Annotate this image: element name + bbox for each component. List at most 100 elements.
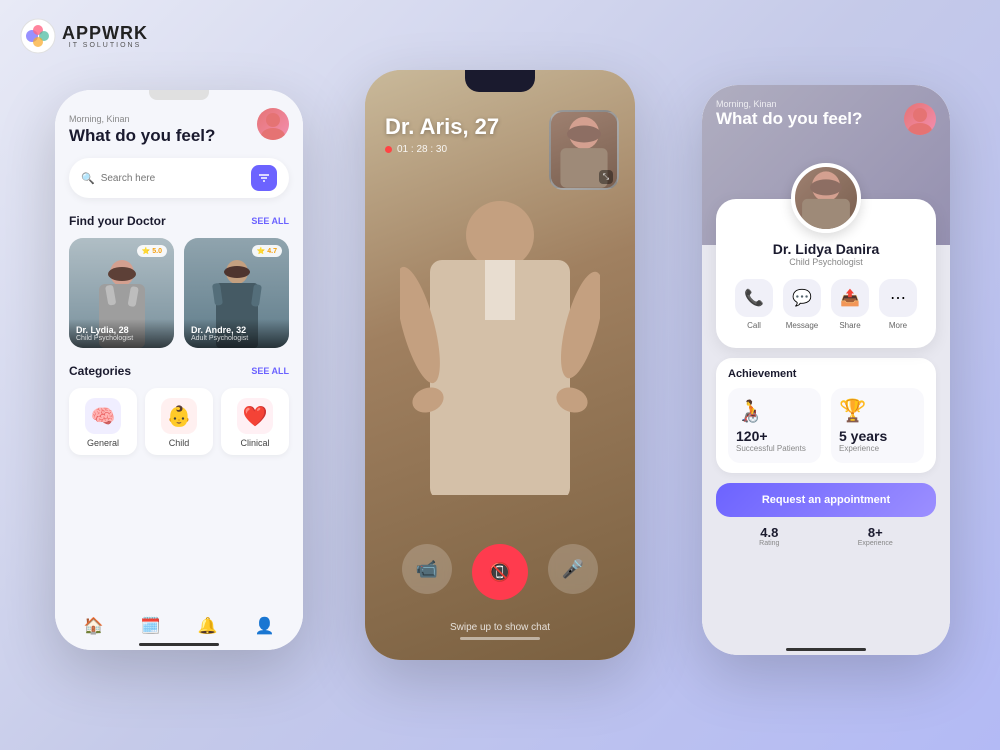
search-input[interactable] xyxy=(101,173,245,184)
logo: APPWRK IT SOLUTIONS xyxy=(20,18,148,54)
call-controls: 📹 📵 🎤 xyxy=(365,544,635,600)
stat-exp-label: Experience xyxy=(858,540,893,547)
greeting-small-left: Morning, Kinan xyxy=(69,114,289,124)
category-clinical[interactable]: ❤️ Clinical xyxy=(221,388,289,455)
caller-info: Dr. Aris, 27 01 : 28 : 30 xyxy=(385,114,499,155)
doctor-1-rating: ⭐ 5.0 xyxy=(137,245,167,257)
notch-left xyxy=(149,90,209,100)
stat-rating-num: 4.8 xyxy=(759,525,779,540)
doctor-card-2[interactable]: Dr. Andre, 32 Adult Psychologist ⭐ 4.7 xyxy=(184,238,289,348)
category-clinical-label: Clinical xyxy=(240,438,269,448)
greeting-big-left: What do you feel? xyxy=(69,126,289,146)
home-indicator-right xyxy=(786,648,866,651)
nav-profile[interactable]: 👤 xyxy=(255,616,275,636)
self-video[interactable]: ⤡ xyxy=(549,110,619,190)
logo-icon xyxy=(20,18,56,54)
mute-button[interactable]: 🎤 xyxy=(548,544,598,594)
categories-title: Categories xyxy=(69,364,131,378)
doctor-2-name: Dr. Andre, 32 xyxy=(191,325,282,335)
timer-text: 01 : 28 : 30 xyxy=(397,144,447,155)
bottom-stats: 4.8 Rating 8+ Experience xyxy=(716,525,936,547)
request-appointment-button[interactable]: Request an appointment xyxy=(716,483,936,517)
categories-see-all[interactable]: SEE ALL xyxy=(251,366,289,376)
categories-row: 🧠 General 👶 Child ❤️ Clinical xyxy=(69,388,289,455)
end-call-button[interactable]: 📵 xyxy=(472,544,528,600)
logo-text: APPWRK xyxy=(62,23,148,43)
logo-sub: IT SOLUTIONS xyxy=(62,42,148,49)
experience-icon: 🏆 xyxy=(839,398,866,424)
doctors-row: Dr. Lydia, 28 Child Psychologist ⭐ 5.0 xyxy=(69,238,289,348)
stat-experience: 8+ Experience xyxy=(858,525,893,547)
patients-desc: Successful Patients xyxy=(736,444,806,453)
phone-right: Morning, Kinan What do you feel? Dr. Lid… xyxy=(702,85,950,655)
bottom-nav: 🏠 🗓️ 🔔 👤 xyxy=(55,616,303,636)
message-label: Message xyxy=(786,321,818,330)
share-icon-btn: 📤 xyxy=(831,279,869,317)
user-avatar-right[interactable] xyxy=(904,103,936,135)
child-icon: 👶 xyxy=(161,398,197,434)
achievement-section: Achievement 🧑‍🦽 120+ Successful Patients… xyxy=(716,358,936,473)
general-icon: 🧠 xyxy=(85,398,121,434)
category-general[interactable]: 🧠 General xyxy=(69,388,137,455)
user-avatar-left[interactable] xyxy=(257,108,289,140)
phone-middle: Dr. Aris, 27 01 : 28 : 30 ⤡ 📹 xyxy=(365,70,635,660)
message-icon-btn: 💬 xyxy=(783,279,821,317)
doctor-1-spec: Child Psychologist xyxy=(76,335,167,342)
search-bar[interactable]: 🔍 xyxy=(69,158,289,198)
achievement-title: Achievement xyxy=(728,368,924,380)
swipe-bar xyxy=(460,637,540,640)
stat-exp-num: 8+ xyxy=(858,525,893,540)
call-label: Call xyxy=(747,321,761,330)
minimize-icon[interactable]: ⤡ xyxy=(599,170,613,184)
video-toggle-button[interactable]: 📹 xyxy=(402,544,452,594)
doctor-big-avatar xyxy=(791,163,861,233)
clinical-icon: ❤️ xyxy=(237,398,273,434)
achievement-row: 🧑‍🦽 120+ Successful Patients 🏆 5 years E… xyxy=(728,388,924,463)
find-doctor-header: Find your Doctor SEE ALL xyxy=(69,214,289,228)
more-icon-btn: ⋯ xyxy=(879,279,917,317)
recording-indicator xyxy=(385,146,392,153)
search-icon: 🔍 xyxy=(81,172,95,185)
action-buttons: 📞 Call 💬 Message 📤 Share ⋯ More xyxy=(730,279,922,330)
action-share[interactable]: 📤 Share xyxy=(831,279,869,330)
doctor-profile-spec: Child Psychologist xyxy=(730,257,922,267)
call-timer: 01 : 28 : 30 xyxy=(385,144,499,155)
category-child[interactable]: 👶 Child xyxy=(145,388,213,455)
achievement-experience: 🏆 5 years Experience xyxy=(831,388,924,463)
home-indicator xyxy=(139,643,219,646)
call-icon-btn: 📞 xyxy=(735,279,773,317)
achievement-patients: 🧑‍🦽 120+ Successful Patients xyxy=(728,388,821,463)
share-label: Share xyxy=(839,321,860,330)
filter-button[interactable] xyxy=(251,165,277,191)
action-message[interactable]: 💬 Message xyxy=(783,279,821,330)
categories-header: Categories SEE ALL xyxy=(69,364,289,378)
category-child-label: Child xyxy=(169,438,190,448)
nav-calendar[interactable]: 🗓️ xyxy=(141,616,161,636)
find-doctor-title: Find your Doctor xyxy=(69,214,166,228)
action-more[interactable]: ⋯ More xyxy=(879,279,917,330)
stat-rating: 4.8 Rating xyxy=(759,525,779,547)
notch-middle xyxy=(465,70,535,92)
stat-rating-label: Rating xyxy=(759,540,779,547)
greeting-big-right: What do you feel? xyxy=(716,109,936,129)
doctor-2-rating: ⭐ 4.7 xyxy=(252,245,282,257)
nav-notifications[interactable]: 🔔 xyxy=(198,616,218,636)
nav-home[interactable]: 🏠 xyxy=(84,616,104,636)
patients-num: 120+ xyxy=(736,428,768,444)
experience-desc: Experience xyxy=(839,444,879,453)
doctor-2-spec: Adult Psychologist xyxy=(191,335,282,342)
category-general-label: General xyxy=(87,438,119,448)
doctor-profile-card: Dr. Lidya Danira Child Psychologist 📞 Ca… xyxy=(716,199,936,348)
swipe-hint: Swipe up to show chat xyxy=(365,622,635,640)
doctor-1-name: Dr. Lydia, 28 xyxy=(76,325,167,335)
caller-name: Dr. Aris, 27 xyxy=(385,114,499,140)
phone-left: Morning, Kinan What do you feel? 🔍 Find … xyxy=(55,90,303,650)
doctor-profile-name: Dr. Lidya Danira xyxy=(730,241,922,257)
find-doctor-see-all[interactable]: SEE ALL xyxy=(251,216,289,226)
more-label: More xyxy=(889,321,907,330)
experience-num: 5 years xyxy=(839,428,887,444)
patients-icon: 🧑‍🦽 xyxy=(736,398,763,424)
doctor-card-1[interactable]: Dr. Lydia, 28 Child Psychologist ⭐ 5.0 xyxy=(69,238,174,348)
greeting-small-right: Morning, Kinan xyxy=(716,99,936,109)
action-call[interactable]: 📞 Call xyxy=(735,279,773,330)
